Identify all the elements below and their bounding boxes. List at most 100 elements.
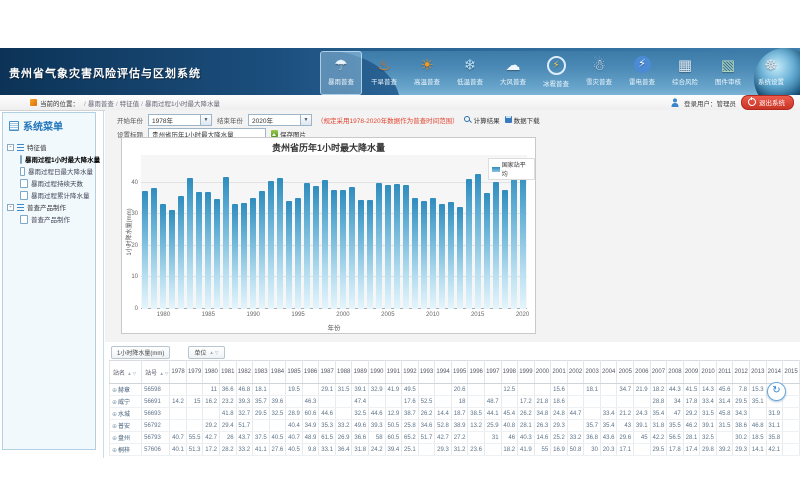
nav-rainstorm[interactable]: ☂暴雨普查: [320, 51, 362, 95]
nav-lightning[interactable]: ⚡雷电普查: [621, 51, 663, 95]
calc-result-button[interactable]: 计算结果: [464, 115, 500, 125]
value-cell: 40.8: [501, 420, 518, 432]
breadcrumb-link[interactable]: 特征值: [120, 101, 140, 108]
breadcrumb-link[interactable]: 暴雨普查: [88, 101, 114, 108]
value-cell: [468, 384, 485, 396]
sidebar-item[interactable]: 暴雨过程1小时最大降水量: [7, 153, 93, 165]
value-cell: 39.3: [236, 396, 253, 408]
col-year[interactable]: 1987: [319, 361, 336, 384]
refresh-icon[interactable]: ↻: [767, 382, 786, 401]
col-year[interactable]: 1983: [253, 361, 270, 384]
nav-drought[interactable]: ♨干旱普查: [363, 51, 405, 95]
col-year[interactable]: 1989: [352, 361, 369, 384]
col-year[interactable]: 2006: [634, 361, 651, 384]
col-year[interactable]: 2005: [617, 361, 634, 384]
col-year[interactable]: 1990: [369, 361, 386, 384]
file-icon: [20, 155, 22, 164]
col-year[interactable]: 1985: [286, 361, 303, 384]
nav-snow[interactable]: ☃雪灾普查: [578, 51, 620, 95]
col-year[interactable]: 2004: [600, 361, 617, 384]
drought-icon: ♨: [373, 54, 395, 76]
col-year[interactable]: 1992: [402, 361, 419, 384]
col-year[interactable]: 2008: [667, 361, 684, 384]
value-cell: 65.2: [402, 432, 419, 444]
sidebar-item[interactable]: 普查产品制作: [7, 213, 93, 225]
col-year[interactable]: 1978: [170, 361, 187, 384]
col-year[interactable]: 2010: [700, 361, 717, 384]
unit-group-chip[interactable]: 单位▲▽: [188, 346, 225, 359]
col-year[interactable]: 1996: [468, 361, 485, 384]
col-year[interactable]: 2001: [551, 361, 568, 384]
tree-group[interactable]: -普查产品制作: [7, 201, 93, 213]
col-year[interactable]: 1980: [203, 361, 220, 384]
table-header-row: 站名 ▲▽站号 ▲▽197819791980198119821983198419…: [110, 361, 800, 384]
col-year[interactable]: 2002: [567, 361, 584, 384]
collapse-icon[interactable]: -: [7, 204, 14, 211]
nav-wind[interactable]: ☁大风普查: [492, 51, 534, 95]
nav-settings[interactable]: ☸系统设置: [750, 51, 792, 95]
chart-bar: [259, 191, 265, 309]
col-year[interactable]: 2014: [766, 361, 783, 384]
col-year[interactable]: 2012: [733, 361, 750, 384]
logout-button[interactable]: 退出系统: [741, 95, 794, 110]
col-year[interactable]: 1993: [418, 361, 435, 384]
expand-row-icon[interactable]: ⊕: [112, 388, 117, 394]
collapse-icon[interactable]: -: [7, 144, 14, 151]
col-year[interactable]: 1997: [484, 361, 501, 384]
breadcrumb-link[interactable]: 暴雨过程1小时最大降水量: [145, 101, 220, 108]
value-cell: 31.5: [716, 420, 733, 432]
sidebar-item-label: 暴雨过程持续天数: [31, 178, 83, 188]
station-id-cell: 56693: [142, 408, 170, 420]
nav-low-temp[interactable]: ❄低温普查: [449, 51, 491, 95]
sidebar-splitter[interactable]: [103, 110, 104, 458]
chart-bar: [520, 171, 526, 309]
value-cell: 17.8: [667, 444, 684, 456]
value-cell: 34.8: [534, 408, 551, 420]
col-year[interactable]: 1984: [269, 361, 286, 384]
nav-map-review[interactable]: ▧图件审核: [707, 51, 749, 95]
expand-row-icon[interactable]: ⊕: [112, 400, 117, 406]
col-year[interactable]: 2000: [534, 361, 551, 384]
col-year[interactable]: 1991: [385, 361, 402, 384]
station-id-cell: 56792: [142, 420, 170, 432]
data-download-button[interactable]: 数据下载: [505, 115, 540, 125]
col-year[interactable]: 2015: [783, 361, 800, 384]
sidebar-item[interactable]: 暴雨过程持续天数: [7, 177, 93, 189]
col-year[interactable]: 2003: [584, 361, 601, 384]
col-year[interactable]: 1999: [518, 361, 535, 384]
col-year[interactable]: 1979: [186, 361, 203, 384]
col-year[interactable]: 1995: [451, 361, 468, 384]
col-year[interactable]: 1988: [335, 361, 352, 384]
high-temp-icon: ☀: [416, 54, 438, 76]
col-year[interactable]: 2007: [650, 361, 667, 384]
value-cell: [468, 432, 485, 444]
value-cell: 51.7: [236, 420, 253, 432]
nav-item-label: 大风普查: [500, 76, 526, 86]
nav-hail[interactable]: ⚡冰雹普查: [535, 51, 577, 95]
col-year[interactable]: 2009: [683, 361, 700, 384]
col-year[interactable]: 1998: [501, 361, 518, 384]
col-year[interactable]: 1981: [219, 361, 236, 384]
chart-bar: [250, 198, 256, 309]
start-year-select[interactable]: 1978年 ▼: [148, 114, 212, 126]
measure-chip[interactable]: 1小时降水量(mm): [111, 346, 170, 359]
col-year[interactable]: 1994: [435, 361, 452, 384]
col-year[interactable]: 1986: [302, 361, 319, 384]
col-year[interactable]: 2013: [749, 361, 766, 384]
col-year[interactable]: 2011: [716, 361, 733, 384]
nav-composite-risk[interactable]: ▦综合风险: [664, 51, 706, 95]
col-station-name[interactable]: 站名 ▲▽: [110, 361, 142, 384]
expand-row-icon[interactable]: ⊕: [112, 424, 117, 430]
sidebar-item[interactable]: 暴雨过程累计降水量: [7, 189, 93, 201]
value-cell: 38.6: [733, 420, 750, 432]
nav-high-temp[interactable]: ☀高温普查: [406, 51, 448, 95]
expand-row-icon[interactable]: ⊕: [112, 436, 117, 442]
expand-row-icon[interactable]: ⊕: [112, 412, 117, 418]
col-station-id[interactable]: 站号 ▲▽: [142, 361, 170, 384]
end-year-select[interactable]: 2020年 ▼: [248, 114, 312, 126]
tree-group[interactable]: -特征值: [7, 141, 93, 153]
sidebar-item[interactable]: 暴雨过程日最大降水量: [7, 165, 93, 177]
expand-row-icon[interactable]: ⊕: [112, 448, 117, 454]
sort-icons: ▲▽: [209, 350, 219, 356]
col-year[interactable]: 1982: [236, 361, 253, 384]
